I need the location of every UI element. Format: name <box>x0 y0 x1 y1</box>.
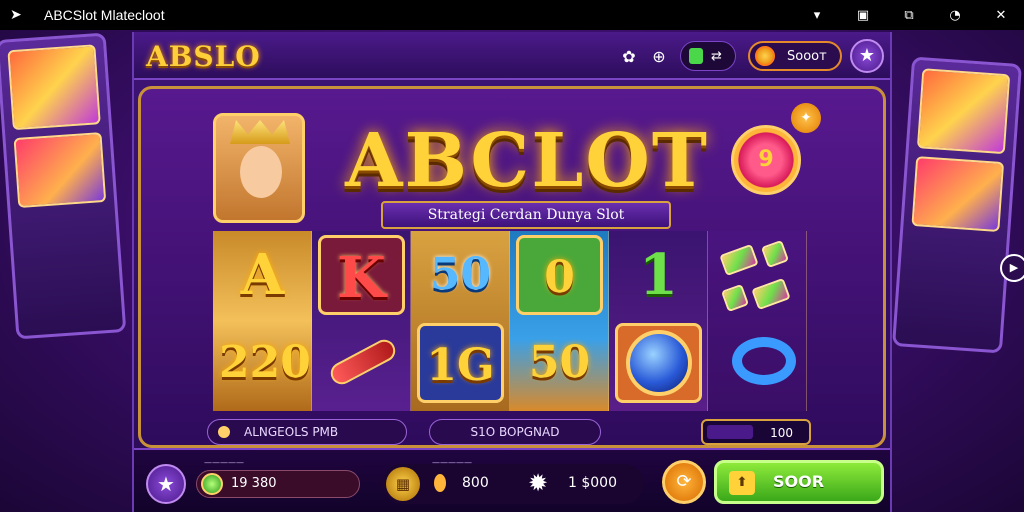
symbol-bar <box>318 323 405 403</box>
bet-coin-icon <box>434 474 446 492</box>
arrow-icon: ⇄ <box>711 48 722 64</box>
game-topbar: ABSLO ✿ ⊕ ⇄ Soooт ★ <box>134 32 890 80</box>
symbol-50: 50 <box>528 337 591 388</box>
info-pill-right: 100 <box>701 419 811 445</box>
star-icon: ★ <box>858 45 876 66</box>
window-controls: ▾ ▣ ⧉ ◔ ✕ <box>794 0 1024 30</box>
gem-pill-icon <box>689 48 703 64</box>
symbol-1: 1 <box>639 242 678 308</box>
close-icon[interactable]: ✕ <box>978 8 1024 23</box>
lines-value: 1 $000 <box>568 475 617 491</box>
balance-label: ————— <box>204 458 244 467</box>
star-button[interactable]: ★ <box>850 39 884 73</box>
autoplay-button[interactable]: ⟳ <box>662 460 706 504</box>
gear-icon[interactable]: ✹ <box>528 470 548 496</box>
spin-button[interactable]: ⬆ SOOR <box>714 460 884 504</box>
bet-value: 800 <box>462 475 489 491</box>
blue-orb-icon <box>626 330 692 396</box>
dropdown-icon[interactable]: ▾ <box>794 8 840 23</box>
control-bar: ★ ————— 19 380 ————— ▦ 800 ✹ 1 $000 ⟳ ⬆ … <box>134 448 890 512</box>
sun-badge: 9 <box>731 125 801 195</box>
balance-display: 19 380 <box>196 470 360 498</box>
slot-machine-right <box>892 56 1022 354</box>
bet-controls: ▦ 800 ✹ 1 $000 <box>382 464 644 504</box>
crown-icon <box>230 120 290 144</box>
machine-screen <box>911 156 1005 233</box>
spin-icon: ⬆ <box>729 471 755 495</box>
reel-frame: ABCLOT Strategi Cerdan Dunya Slot 9 ✦ A … <box>138 86 886 448</box>
app-arrow-icon: ➤ <box>10 7 22 23</box>
game-title-banner: ABCLOT <box>345 118 709 204</box>
reel-column: A 2201 <box>213 231 342 411</box>
reel-column: 0 50 <box>510 231 609 411</box>
info-right-value: 100 <box>770 426 793 440</box>
reel-column: 50 1G <box>411 231 510 411</box>
maximize-icon[interactable]: ⧉ <box>886 8 932 23</box>
treasure-chest-button[interactable]: ▦ <box>386 467 420 501</box>
gem-icon <box>720 283 750 313</box>
coin-balance: Soooт <box>787 48 827 64</box>
game-logo: ABSLO <box>146 40 261 73</box>
gem-icon <box>760 239 790 269</box>
symbol-2201: 2201 <box>219 337 342 388</box>
bonus-icon[interactable]: ✦ <box>791 103 821 133</box>
coin-icon <box>755 46 775 66</box>
info-left-text: ALNGEOLS PMB <box>244 425 339 439</box>
queen-character <box>213 113 305 223</box>
globe-icon[interactable]: ⊕ <box>646 44 672 70</box>
coin-balance-pill[interactable]: Soooт <box>748 41 842 71</box>
favorite-button[interactable]: ★ <box>146 464 186 504</box>
gem-icon <box>719 243 759 277</box>
symbol-0: 0 <box>516 235 603 315</box>
window-title: ABCSlot Mlatecloot <box>44 7 165 23</box>
gift-icon[interactable]: ✿ <box>616 44 642 70</box>
balance-value: 19 380 <box>231 476 277 491</box>
red-bar-icon <box>326 335 400 389</box>
star-icon: ★ <box>157 472 175 496</box>
info-pill-middle: S1O BOPGNAD <box>429 419 601 445</box>
info-dot-icon <box>218 426 230 438</box>
machine-screen <box>13 132 107 209</box>
info-pill-left: ALNGEOLS PMB <box>207 419 407 445</box>
side-play-button[interactable]: ▶ <box>1000 254 1024 282</box>
slot-game-window: ABSLO ✿ ⊕ ⇄ Soooт ★ ABCLOT Strategi Cerd… <box>132 32 892 512</box>
reel-column <box>708 231 807 411</box>
symbol-k: K <box>318 235 405 315</box>
slot-machine-left <box>0 32 127 340</box>
machine-screen <box>7 44 101 131</box>
gem-pill[interactable]: ⇄ <box>680 41 736 71</box>
queen-face <box>240 146 282 198</box>
gem-icon <box>751 277 791 311</box>
reel-grid: A 2201 K 50 1G 0 50 1 <box>213 231 811 411</box>
reel-column: 1 <box>609 231 708 411</box>
reel-column: K <box>312 231 411 411</box>
restore-icon[interactable]: ▣ <box>840 8 886 23</box>
spin-label: SOOR <box>773 472 825 491</box>
timer-icon[interactable]: ◔ <box>932 8 978 23</box>
game-tagline: Strategi Cerdan Dunya Slot <box>381 201 671 229</box>
symbol-gems <box>714 235 801 315</box>
machine-screen <box>916 68 1011 155</box>
symbol-ring <box>714 323 801 403</box>
symbol-1g: 1G <box>417 323 504 403</box>
symbol-50: 50 <box>429 249 492 300</box>
symbol-orb <box>615 323 702 403</box>
window-titlebar: ➤ ABCSlot Mlatecloot ▾ ▣ ⧉ ◔ ✕ <box>0 0 1024 30</box>
symbol-a: A <box>240 242 285 308</box>
info-strip: ALNGEOLS PMB S1O BOPGNAD 100 <box>207 419 811 445</box>
info-bar <box>707 425 753 439</box>
balance-coin-icon <box>201 473 223 495</box>
ring-icon <box>732 337 796 385</box>
